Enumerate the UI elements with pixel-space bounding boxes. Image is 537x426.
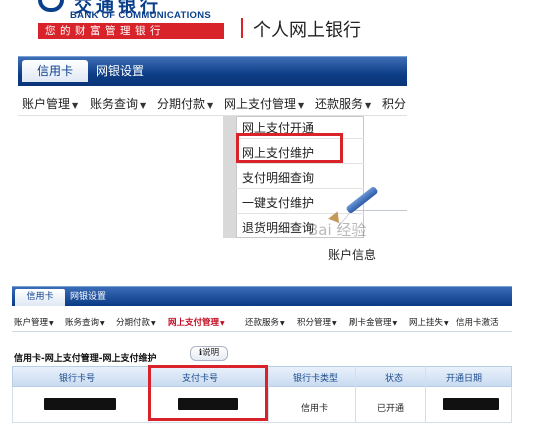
menu-bill-inquiry[interactable]: 账务查询▼: [90, 95, 146, 112]
breadcrumb: 信用卡-网上支付管理-网上支付维护: [14, 354, 157, 364]
chevron-down-icon: ▼: [151, 320, 156, 327]
chevron-down-icon: ▼: [298, 101, 305, 110]
dropdown-divider: [236, 163, 364, 164]
title-separator: [241, 18, 243, 38]
dropdown-divider: [236, 188, 364, 189]
menu-account-management[interactable]: 账户管理▼: [14, 316, 54, 328]
chevron-down-icon: ▼: [280, 320, 285, 327]
menu-online-payment[interactable]: 网上支付管理▼: [224, 95, 304, 112]
chevron-down-icon: ▼: [365, 101, 372, 110]
chevron-down-icon: ▼: [332, 320, 337, 327]
bank-slogan: 您的财富管理银行: [38, 23, 224, 39]
tab-credit-card[interactable]: 信用卡: [15, 289, 65, 306]
highlight-box: [148, 365, 268, 421]
menu-installment[interactable]: 分期付款▼: [157, 95, 213, 112]
dropdown-side-bar: [223, 116, 236, 238]
menu-points[interactable]: 积分: [382, 95, 406, 112]
redacted-open-date: [443, 398, 499, 410]
chevron-down-icon: ▼: [140, 101, 147, 110]
menu-card-activation[interactable]: 信用卡激活: [456, 316, 499, 328]
column-divider: [268, 366, 269, 423]
top-screenshot: 交通银行 BANK OF COMMUNICATIONS 您的财富管理银行 个人网…: [0, 0, 407, 262]
dropdown-item-one-click[interactable]: 一键支付维护: [242, 194, 314, 211]
column-divider: [355, 366, 356, 423]
tab-credit-card[interactable]: 信用卡: [22, 60, 88, 82]
menu-card-gold[interactable]: 刷卡金管理▼: [349, 316, 397, 328]
header-status: 状态: [385, 374, 404, 384]
chevron-down-icon: ▼: [220, 320, 225, 327]
dropdown-divider: [236, 213, 364, 214]
menu-repayment[interactable]: 还款服务▼: [245, 316, 285, 328]
menu-repayment[interactable]: 还款服务▼: [315, 95, 371, 112]
cell-card-type: 信用卡: [301, 404, 329, 414]
header-bank-card-no: 银行卡号: [59, 374, 96, 384]
chevron-down-icon: ▼: [392, 320, 398, 327]
header-open-date: 开通日期: [446, 374, 483, 384]
menu-report-loss[interactable]: 网上挂失▼: [409, 316, 449, 328]
dropdown-item-refund-details[interactable]: 退货明细查询: [242, 219, 314, 236]
cell-status: 已开通: [377, 404, 405, 414]
personal-banking-title: 个人网上银行: [253, 20, 361, 41]
menu-online-payment[interactable]: 网上支付管理▼: [168, 316, 225, 328]
bank-logo-en: BANK OF COMMUNICATIONS: [70, 10, 211, 21]
redacted-bank-card-no: [44, 398, 116, 410]
chevron-down-icon: ▼: [207, 101, 214, 110]
bank-logo-icon: [38, 0, 64, 12]
column-divider: [425, 366, 426, 423]
tab-net-settings[interactable]: 网银设置: [70, 289, 106, 306]
account-info-label[interactable]: 账户信息: [328, 246, 376, 262]
menu-installment[interactable]: 分期付款▼: [116, 316, 156, 328]
chevron-down-icon: ▼: [49, 320, 54, 327]
dropdown-item-payment-details[interactable]: 支付明细查询: [242, 169, 314, 186]
watermark: Bai 经验: [308, 221, 367, 239]
chevron-down-icon: ▼: [444, 320, 449, 327]
menu-bill-inquiry[interactable]: 账务查询▼: [65, 316, 105, 328]
header-card-type: 银行卡类型: [293, 374, 339, 384]
tab-net-settings[interactable]: 网银设置: [96, 60, 144, 82]
menu-points[interactable]: 积分管理▼: [297, 316, 337, 328]
menu-account-management[interactable]: 账户管理▼: [22, 95, 78, 112]
help-button[interactable]: ℹ说明: [190, 346, 228, 361]
highlight-box: [236, 133, 343, 163]
chevron-down-icon: ▼: [100, 320, 105, 327]
chevron-down-icon: ▼: [72, 101, 79, 110]
